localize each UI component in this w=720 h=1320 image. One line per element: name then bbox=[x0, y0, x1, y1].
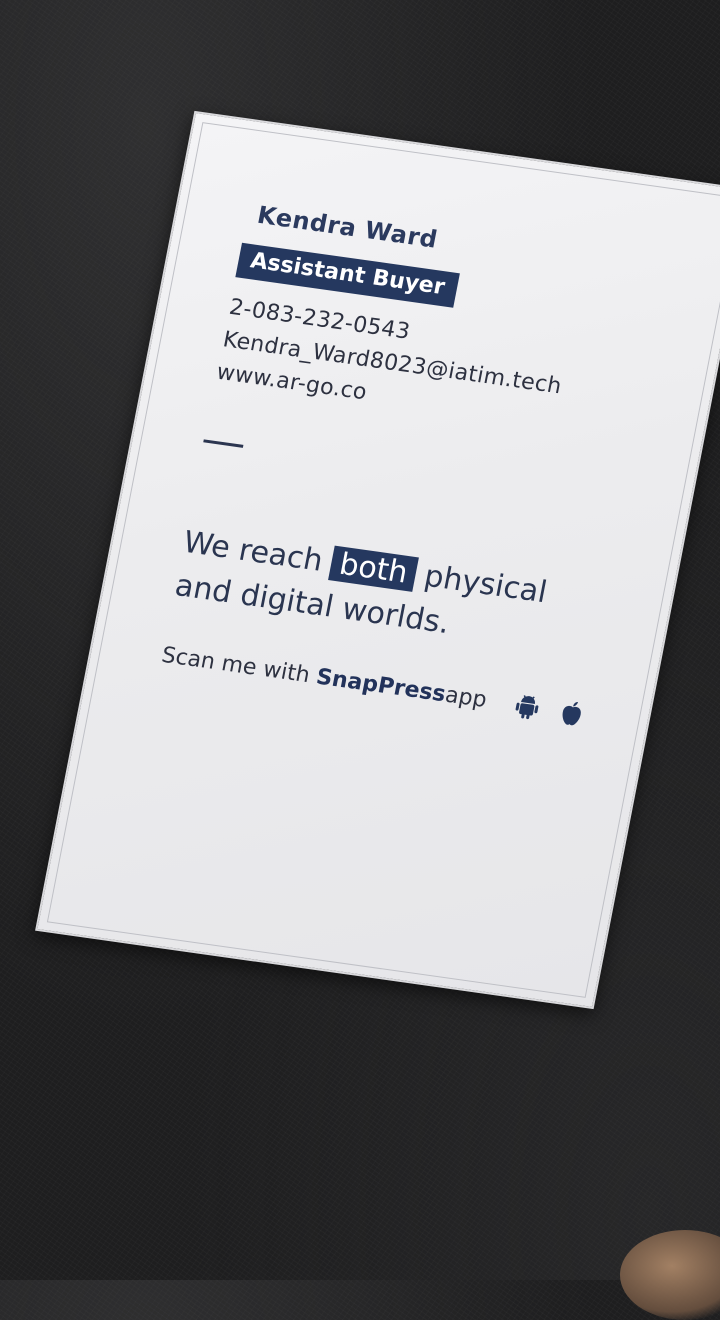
job-title-badge: Assistant Buyer bbox=[235, 242, 460, 308]
card-content: Kendra Ward Assistant Buyer 2-083-232-05… bbox=[159, 200, 706, 733]
tagline-highlight: both bbox=[328, 545, 419, 592]
android-icon bbox=[513, 692, 542, 721]
tagline-end: physical bbox=[421, 558, 550, 611]
apple-icon bbox=[557, 699, 586, 728]
scan-suffix: app bbox=[443, 682, 489, 714]
tagline: We reach both physical and digital world… bbox=[171, 521, 643, 672]
business-card: Kendra Ward Assistant Buyer 2-083-232-05… bbox=[35, 110, 720, 1010]
divider-line bbox=[203, 439, 244, 448]
fabric-corner bbox=[620, 1230, 720, 1320]
